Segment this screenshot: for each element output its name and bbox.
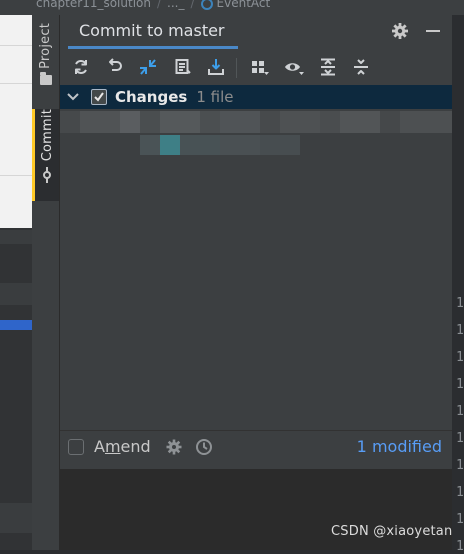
breadcrumb-item[interactable]: chapter11_solution — [36, 0, 151, 10]
editor-band — [0, 230, 32, 244]
history-clock-icon[interactable] — [195, 438, 213, 456]
editor-band — [0, 283, 32, 305]
amend-label-end: end — [120, 437, 151, 456]
line-number: 1 — [456, 296, 464, 311]
editor-divider — [0, 175, 32, 176]
editor-selected-line — [0, 320, 32, 330]
line-number: 1 — [456, 377, 464, 392]
modified-files-link[interactable]: 1 modified — [357, 437, 442, 456]
watermark: CSDN @xiaoyetan — [331, 524, 453, 539]
commit-panel: Commit to master Changes 1 file Amend 1 … — [60, 15, 452, 550]
toolbar-separator — [236, 58, 237, 78]
checkmark-icon — [94, 92, 104, 102]
breadcrumb-separator: / — [156, 0, 162, 10]
commit-options-gear-icon[interactable] — [165, 438, 183, 456]
editor-dark-area — [0, 228, 32, 550]
group-by-icon[interactable] — [249, 56, 271, 78]
refresh-icon[interactable] — [70, 56, 92, 78]
tool-window-strip: Project Commit — [32, 15, 60, 550]
breadcrumb-bar: chapter11_solution / ..._ / EventAct — [0, 0, 464, 15]
chevron-down-icon[interactable] — [65, 89, 81, 105]
line-number: 1 — [456, 485, 464, 500]
expand-all-icon[interactable] — [317, 56, 339, 78]
line-number: 1 — [456, 458, 464, 473]
editor-divider — [0, 83, 32, 84]
line-number: 1 — [456, 512, 464, 527]
commit-options-bar: Amend 1 modified — [60, 430, 452, 469]
gear-icon[interactable] — [391, 22, 409, 40]
line-number: 1 — [456, 539, 464, 554]
tool-tab-label: Project — [38, 23, 53, 69]
changes-tree: Changes 1 file — [60, 85, 452, 496]
commit-icon — [42, 167, 52, 184]
changes-checkbox[interactable] — [91, 89, 107, 105]
shelve-icon[interactable] — [172, 56, 194, 78]
file-path-redacted — [140, 135, 300, 155]
right-editor-gutter: 1 1 1 1 1 1 1 1 1 1 — [452, 15, 464, 554]
panel-title-tab[interactable]: Commit to master — [68, 15, 238, 49]
changes-group-row[interactable]: Changes 1 file — [60, 85, 452, 109]
breadcrumb-item[interactable]: ..._ — [167, 0, 184, 10]
breadcrumb-item[interactable]: EventAct — [217, 0, 271, 10]
tool-tab-project[interactable]: Project — [32, 23, 59, 101]
line-number: 1 — [456, 350, 464, 365]
minimize-icon[interactable] — [424, 22, 442, 40]
line-number: 1 — [456, 431, 464, 446]
line-number: 1 — [456, 404, 464, 419]
amend-label[interactable]: Amend — [94, 437, 151, 456]
amend-mnemonic: m — [104, 437, 121, 456]
file-row-redacted[interactable] — [60, 111, 452, 133]
view-options-icon[interactable] — [283, 56, 305, 78]
changes-label: Changes — [115, 88, 188, 106]
line-number: 1 — [456, 323, 464, 338]
amend-checkbox[interactable] — [68, 439, 84, 455]
editor-light-area — [0, 15, 32, 228]
panel-header: Commit to master — [60, 15, 452, 49]
tool-tab-commit[interactable]: Commit — [32, 109, 59, 201]
update-icon[interactable] — [205, 56, 227, 78]
editor-band — [0, 503, 32, 533]
changes-count: 1 file — [196, 88, 234, 106]
tool-tab-label: Commit — [39, 109, 55, 162]
diff-icon[interactable] — [137, 56, 159, 78]
folder-icon — [39, 71, 52, 85]
collapse-all-icon[interactable] — [350, 56, 372, 78]
class-file-icon — [200, 0, 213, 10]
editor-edge — [0, 15, 32, 550]
commit-toolbar — [60, 54, 452, 84]
amend-label-start: A — [94, 437, 105, 456]
breadcrumb-separator: / — [190, 0, 195, 10]
editor-divider — [0, 45, 32, 46]
rollback-icon[interactable] — [104, 56, 126, 78]
